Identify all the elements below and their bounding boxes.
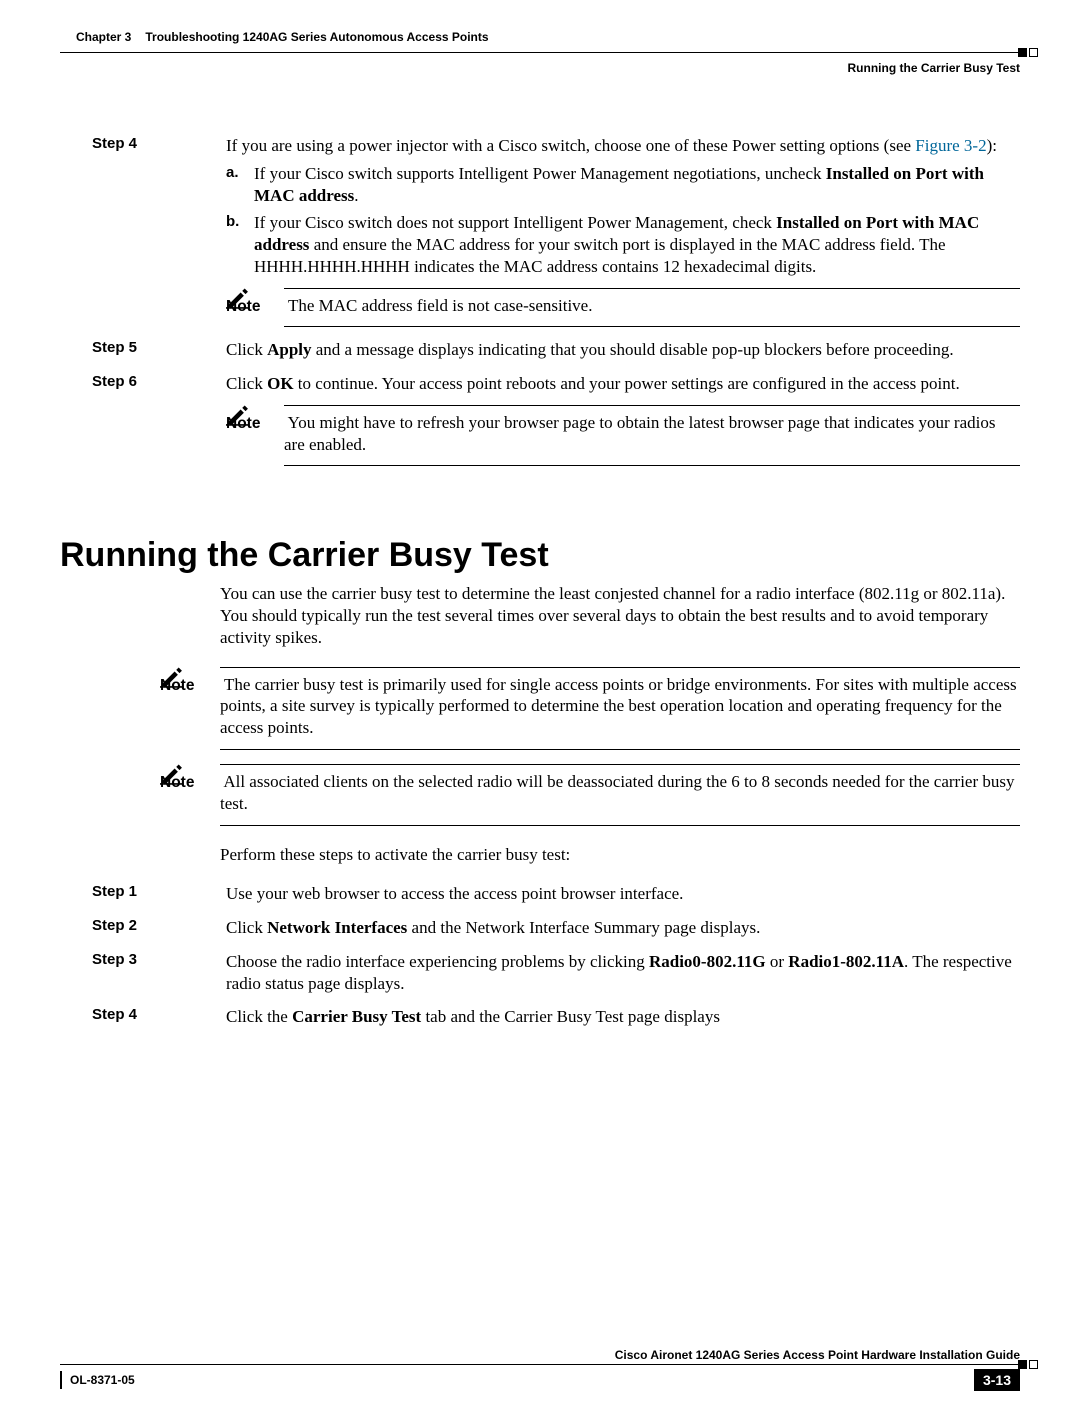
note-text: All associated clients on the selected r… — [220, 772, 1015, 813]
step-5-row: Step 5 Click Apply and a message display… — [92, 339, 1020, 361]
bold-text: OK — [267, 374, 293, 393]
note-wide-2: Note All associated clients on the selec… — [160, 764, 1020, 826]
step-4-row: Step 4 If you are using a power injector… — [92, 135, 1020, 327]
step-label: Step 3 — [92, 951, 222, 995]
step-label: Step 2 — [92, 917, 222, 939]
step-6-row: Step 6 Click OK to continue. Your access… — [92, 373, 1020, 466]
step-body: Click Apply and a message displays indic… — [226, 339, 1020, 361]
header-decor-icon — [1018, 48, 1038, 57]
perform-intro: Perform these steps to activate the carr… — [220, 844, 1020, 866]
running-footer: Cisco Aironet 1240AG Series Access Point… — [60, 1348, 1020, 1391]
cb-step-2: Step 2 Click Network Interfaces and the … — [92, 917, 1020, 939]
figure-ref-link[interactable]: Figure 3-2 — [915, 136, 986, 155]
bold-text: Apply — [267, 340, 311, 359]
text: Choose the radio interface experiencing … — [226, 952, 649, 971]
text: Click — [226, 340, 267, 359]
sub-label: b. — [226, 212, 254, 277]
text: and ensure the MAC address for your swit… — [254, 235, 946, 276]
cb-step-1: Step 1 Use your web browser to access th… — [92, 883, 1020, 905]
cb-step-3: Step 3 Choose the radio interface experi… — [92, 951, 1020, 995]
step-label: Step 5 — [92, 339, 222, 361]
step-label: Step 4 — [92, 135, 222, 327]
page-number-badge: 3-13 — [974, 1369, 1020, 1391]
note-text: You might have to refresh your browser p… — [284, 413, 995, 454]
step-body: If you are using a power injector with a… — [226, 135, 1020, 327]
header-section-ref: Running the Carrier Busy Test — [60, 61, 1020, 75]
note-icon-col — [226, 288, 284, 328]
bold-text: Radio0-802.11G — [649, 952, 766, 971]
text: tab and the Carrier Busy Test page displ… — [421, 1007, 720, 1026]
pen-icon — [226, 288, 252, 310]
text: Click the — [226, 1007, 292, 1026]
chapter-label: Chapter 3 — [76, 30, 131, 44]
chapter-title: Troubleshooting 1240AG Series Autonomous… — [145, 30, 488, 44]
running-header: Chapter 3 Troubleshooting 1240AG Series … — [60, 30, 1020, 75]
text: If your Cisco switch supports Intelligen… — [254, 164, 826, 183]
note-wide-1: Note The carrier busy test is primarily … — [160, 667, 1020, 750]
content-area: Step 4 If you are using a power injector… — [60, 135, 1020, 1028]
section-heading: Running the Carrier Busy Test — [60, 536, 1020, 575]
cb-step-4: Step 4 Click the Carrier Busy Test tab a… — [92, 1006, 1020, 1028]
step-label: Step 1 — [92, 883, 222, 905]
header-rule — [60, 52, 1020, 53]
step-body: Click the Carrier Busy Test tab and the … — [226, 1006, 1020, 1028]
bold-text: Carrier Busy Test — [292, 1007, 421, 1026]
text: Click — [226, 374, 267, 393]
footer-ol-number: OL-8371-05 — [70, 1373, 135, 1387]
note-block: Note You might have to refresh your brow… — [226, 405, 1020, 467]
sublist: a. If your Cisco switch supports Intelli… — [226, 163, 1020, 278]
footer-decor-icon — [1018, 1360, 1038, 1369]
text: . — [354, 186, 358, 205]
section-intro: You can use the carrier busy test to det… — [220, 583, 1020, 648]
subitem-b: b. If your Cisco switch does not support… — [226, 212, 1020, 277]
bold-text: Radio1-802.11A — [788, 952, 904, 971]
note-text: The MAC address field is not case-sensit… — [288, 296, 593, 315]
note-text: The carrier busy test is primarily used … — [220, 675, 1017, 738]
footer-doc-title: Cisco Aironet 1240AG Series Access Point… — [60, 1348, 1020, 1362]
text: and a message displays indicating that y… — [312, 340, 954, 359]
step-body: Click Network Interfaces and the Network… — [226, 917, 1020, 939]
note-icon-col — [226, 405, 284, 467]
step-body: Choose the radio interface experiencing … — [226, 951, 1020, 995]
step-body: Click OK to continue. Your access point … — [226, 373, 1020, 466]
text: Click — [226, 918, 267, 937]
text: If your Cisco switch does not support In… — [254, 213, 776, 232]
step-body: Use your web browser to access the acces… — [226, 883, 1020, 905]
pen-icon — [226, 405, 252, 427]
page: Chapter 3 Troubleshooting 1240AG Series … — [0, 30, 1080, 1427]
step-label: Step 6 — [92, 373, 222, 466]
text: and the Network Interface Summary page d… — [407, 918, 760, 937]
note-block: Note The MAC address field is not case-s… — [226, 288, 1020, 328]
pen-icon — [160, 764, 186, 786]
sub-label: a. — [226, 163, 254, 207]
text: or — [766, 952, 789, 971]
pen-icon — [160, 667, 186, 689]
bold-text: Network Interfaces — [267, 918, 407, 937]
text: to continue. Your access point reboots a… — [294, 374, 960, 393]
subitem-a: a. If your Cisco switch supports Intelli… — [226, 163, 1020, 207]
step-label: Step 4 — [92, 1006, 222, 1028]
text: ): — [987, 136, 997, 155]
text: If you are using a power injector with a… — [226, 136, 915, 155]
